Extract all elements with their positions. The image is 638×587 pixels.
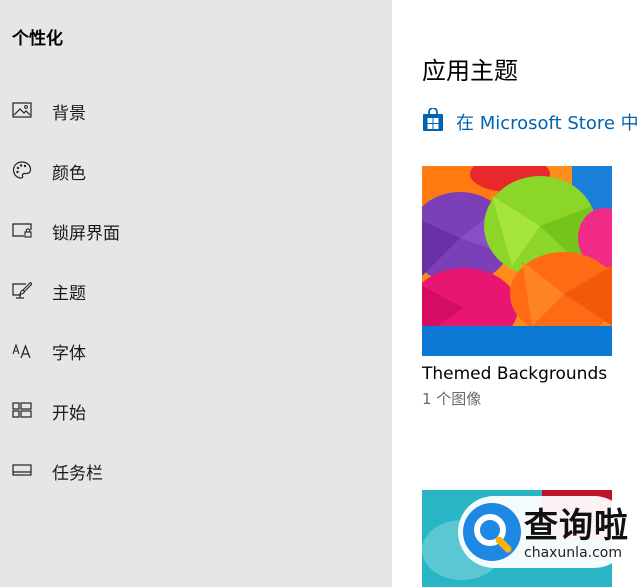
store-link-label: 在 Microsoft Store 中获 [456,113,638,134]
theme-brush-icon [12,280,32,300]
sidebar-item-fonts[interactable]: 字体 [0,328,392,372]
lock-screen-icon [12,220,32,240]
picture-icon [12,100,32,120]
sidebar: 个性化 背景 颜色 锁屏界面 主题 字体 开始 任务栏 [0,0,392,587]
sidebar-item-label: 主题 [52,284,86,304]
sidebar-item-lock-screen[interactable]: 锁屏界面 [0,208,392,252]
search-magnifier-icon [462,502,522,562]
sidebar-item-label: 任务栏 [52,464,103,484]
font-icon [12,340,32,360]
sidebar-item-taskbar[interactable]: 任务栏 [0,448,392,492]
sidebar-item-start[interactable]: 开始 [0,388,392,432]
palette-icon [12,160,32,180]
sidebar-item-label: 颜色 [52,164,86,184]
sidebar-title: 个性化 [12,29,63,49]
watermark-domain: chaxunla.com [524,545,622,561]
page-title: 应用主题 [422,57,518,85]
theme-thumbnail [422,166,612,356]
sidebar-item-themes[interactable]: 主题 [0,268,392,312]
theme-name: Themed Backgrounds [422,364,608,384]
sidebar-item-label: 背景 [52,104,86,124]
store-bag-icon [422,108,444,132]
sidebar-item-label: 字体 [52,344,86,364]
settings-window: 个性化 背景 颜色 锁屏界面 主题 字体 开始 任务栏 应用主题 在 Micro… [0,0,638,587]
watermark-logo: 查询啦 chaxunla.com [458,496,630,568]
theme-image-count: 1 个图像 [422,390,482,408]
sidebar-item-label: 锁屏界面 [52,224,120,244]
start-tiles-icon [12,400,32,420]
watermark-text: 查询啦 [524,506,629,546]
taskbar-icon [12,460,32,480]
theme-card[interactable]: Themed Backgrounds 1 个图像 [422,166,612,414]
sidebar-item-label: 开始 [52,404,86,424]
sidebar-item-background[interactable]: 背景 [0,88,392,132]
sidebar-item-colors[interactable]: 颜色 [0,148,392,192]
